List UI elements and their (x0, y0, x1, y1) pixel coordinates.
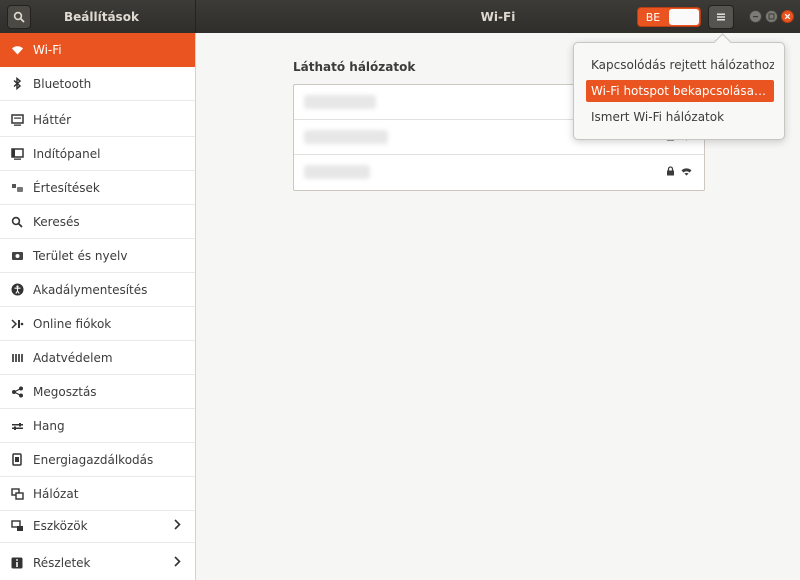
network-name: ███████ (304, 165, 370, 179)
menu-item-wifi-hotspot[interactable]: Wi-Fi hotspot bekapcsolása… (586, 80, 774, 102)
sidebar-item-label: Adatvédelem (33, 350, 113, 365)
sidebar-title: Beállítások (64, 9, 139, 24)
sidebar-item-label: Részletek (33, 556, 91, 570)
sidebar-item-network[interactable]: Hálózat (0, 477, 195, 511)
hamburger-icon (717, 13, 725, 21)
sidebar-item-background[interactable]: Háttér (0, 103, 195, 137)
search-icon (13, 11, 25, 23)
sidebar-item-label: Akadálymentesítés (33, 282, 148, 297)
accessibility-icon (10, 283, 24, 297)
sidebar-item-label: Keresés (33, 214, 80, 229)
sidebar-item-search[interactable]: Keresés (0, 205, 195, 239)
primary-menu-popover: Kapcsolódás rejtett hálózathoz… Wi-Fi ho… (573, 33, 785, 140)
sidebar-item-wifi[interactable]: Wi-Fi (0, 33, 195, 67)
sidebar-item-label: Hálózat (33, 486, 79, 501)
region-icon (10, 249, 24, 263)
wifi-icon (10, 43, 24, 57)
online-accounts-icon (10, 317, 24, 331)
chevron-right-icon (173, 518, 181, 533)
sidebar-item-devices[interactable]: Eszközök (0, 509, 195, 543)
sidebar-item-dock[interactable]: Indítópanel (0, 137, 195, 171)
sidebar-item-label: Bluetooth (33, 76, 92, 91)
toggle-knob[interactable] (669, 9, 699, 25)
share-icon (10, 385, 24, 399)
search-icon (10, 215, 24, 229)
menu-item-connect-hidden[interactable]: Kapcsolódás rejtett hálózathoz… (586, 54, 774, 76)
sidebar: Wi-Fi Bluetooth Háttér Indítópanel Értes… (0, 33, 196, 580)
dock-icon (10, 147, 24, 161)
minimize-icon (753, 16, 758, 18)
sidebar-item-details[interactable]: Részletek (0, 546, 195, 580)
close-button[interactable] (781, 10, 794, 23)
sidebar-item-sound[interactable]: Hang (0, 409, 195, 443)
sidebar-header: Beállítások (0, 0, 196, 33)
sidebar-item-region[interactable]: Terület és nyelv (0, 239, 195, 273)
sidebar-item-power[interactable]: Energiagazdálkodás (0, 443, 195, 477)
power-icon (10, 453, 24, 467)
network-icon (10, 487, 24, 501)
sidebar-item-label: Indítópanel (33, 146, 101, 161)
chevron-right-icon (173, 556, 181, 570)
sidebar-item-label: Wi-Fi (33, 42, 62, 57)
sidebar-item-label: Háttér (33, 112, 72, 127)
close-icon (784, 13, 791, 20)
menu-button[interactable] (708, 5, 734, 29)
sound-icon (10, 419, 24, 433)
sidebar-item-privacy[interactable]: Adatvédelem (0, 341, 195, 375)
wifi-toggle[interactable]: BE (637, 7, 701, 27)
sidebar-item-label: Online fiókok (33, 316, 112, 331)
network-row[interactable]: ███████ (294, 155, 704, 190)
notifications-icon (10, 181, 24, 195)
sidebar-item-label: Értesítések (33, 180, 100, 195)
sidebar-item-label: Terület és nyelv (33, 248, 128, 263)
devices-icon (10, 519, 24, 533)
minimize-button[interactable] (749, 10, 762, 23)
lock-icon (667, 166, 674, 176)
network-name: ████████ (304, 130, 388, 144)
section-title: Látható hálózatok (293, 60, 416, 74)
sidebar-item-notifications[interactable]: Értesítések (0, 171, 195, 205)
sidebar-item-sharing[interactable]: Megosztás (0, 375, 195, 409)
network-name: ████████ (304, 95, 376, 109)
toggle-label: BE (645, 10, 661, 24)
sidebar-item-online-accounts[interactable]: Online fiókok (0, 307, 195, 341)
sidebar-item-bluetooth[interactable]: Bluetooth (0, 67, 195, 101)
maximize-button[interactable] (765, 10, 778, 23)
background-icon (10, 113, 24, 127)
search-button[interactable] (7, 4, 31, 29)
bluetooth-icon (10, 77, 24, 91)
network-status (666, 166, 692, 176)
menu-item-known-networks[interactable]: Ismert Wi-Fi hálózatok (586, 106, 774, 128)
sidebar-item-label: Megosztás (33, 384, 97, 399)
sidebar-item-accessibility[interactable]: Akadálymentesítés (0, 273, 195, 307)
maximize-icon (768, 13, 775, 20)
sidebar-item-label: Eszközök (33, 518, 88, 533)
sidebar-item-label: Energiagazdálkodás (33, 452, 154, 467)
privacy-icon (10, 351, 24, 365)
sidebar-item-label: Hang (33, 418, 65, 433)
details-icon (10, 556, 24, 570)
wifi-signal-icon (681, 167, 692, 175)
